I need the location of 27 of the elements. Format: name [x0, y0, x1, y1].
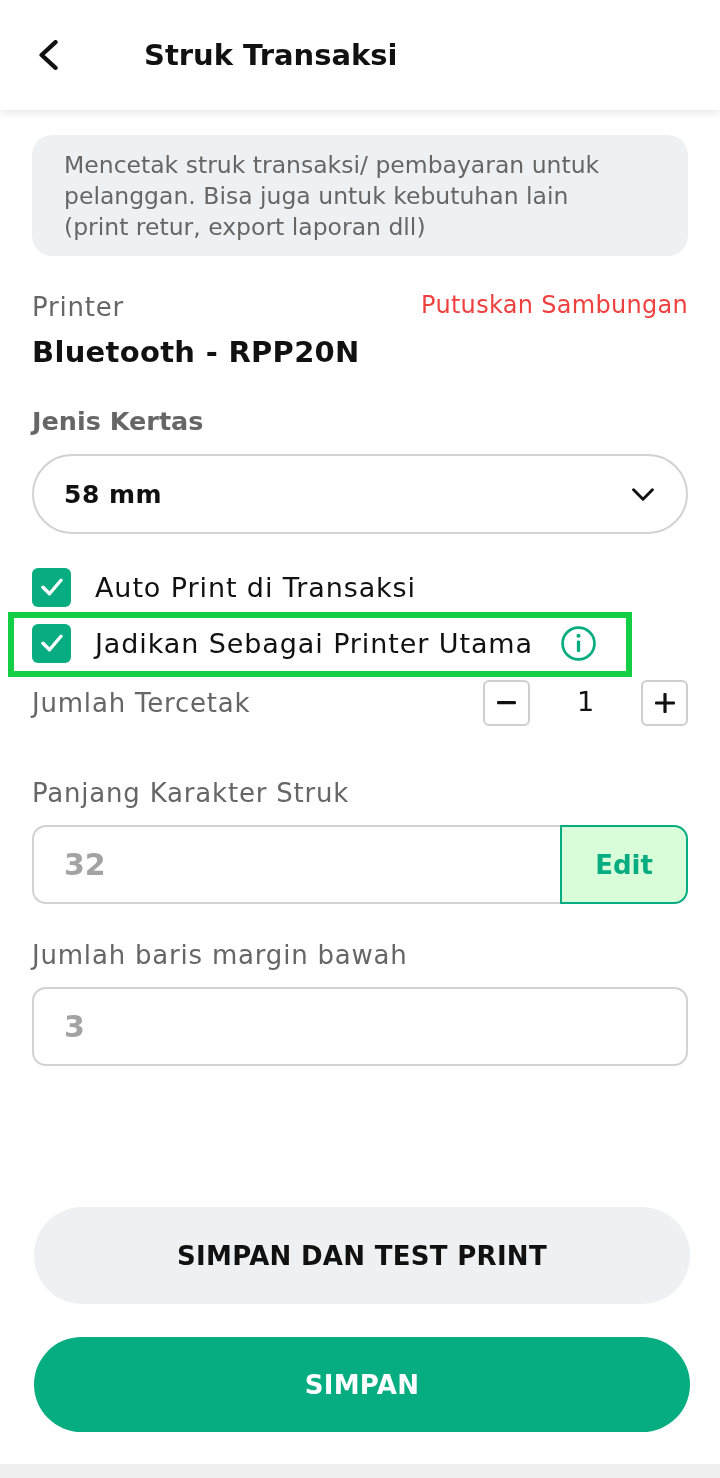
back-button[interactable] — [37, 40, 58, 70]
save-button[interactable]: SIMPAN — [34, 1337, 690, 1432]
copies-label: Jumlah Tercetak — [32, 688, 251, 718]
character-length-label: Panjang Karakter Struk — [32, 778, 351, 808]
paper-type-label: Jenis Kertas — [32, 406, 205, 436]
copies-count: 1 — [575, 685, 596, 717]
back-icon — [37, 40, 58, 70]
bottom-margin-lines-label: Jumlah baris margin bawah — [32, 940, 409, 970]
save-and-test-print-button[interactable]: SIMPAN DAN TEST PRINT — [34, 1207, 690, 1304]
increment-button[interactable] — [641, 680, 688, 726]
paper-type-dropdown[interactable]: 58 mm — [32, 454, 688, 534]
printer-name: Bluetooth - RPP20N — [32, 335, 361, 369]
checkbox-label: Auto Print di Transaksi — [95, 571, 416, 603]
printer-label: Printer — [32, 292, 125, 322]
plus-icon — [654, 693, 675, 713]
checkmark-icon — [40, 578, 63, 596]
checkbox[interactable] — [32, 567, 71, 607]
chevron-down-icon — [632, 487, 654, 501]
checkbox-label: Jadikan Sebagai Printer Utama — [95, 627, 533, 659]
decrement-button[interactable] — [483, 680, 530, 726]
info-note: Mencetak struk transaksi/ pembayaran untuk pelanggan. Bisa juga untuk kebutuhan lain (print retur, export laporan dll) — [32, 135, 688, 256]
disconnect-link[interactable]: Putuskan Sambungan — [421, 291, 688, 319]
checkbox[interactable] — [32, 623, 71, 663]
page-title: Struk Transaksi — [144, 38, 398, 72]
checkmark-icon — [40, 634, 63, 652]
minus-icon — [497, 701, 516, 705]
info-icon[interactable] — [561, 625, 596, 661]
